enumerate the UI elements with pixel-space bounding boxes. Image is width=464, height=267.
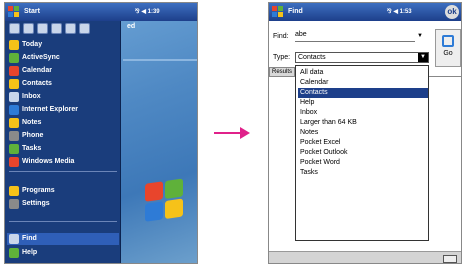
menu-item-help[interactable]: Help xyxy=(7,247,119,259)
start-menu-screen: Start ⅋ ◀ 1:39 ed Today ActiveSync Calenda… xyxy=(4,2,198,264)
recent-program-icon[interactable] xyxy=(23,23,34,34)
dropdown-option[interactable]: Pocket Excel xyxy=(298,138,428,148)
tasks-icon xyxy=(9,144,19,154)
dropdown-option[interactable]: All data xyxy=(298,68,428,78)
start-menu: Today ActiveSync Calendar Contacts Inbox Inte… xyxy=(5,21,121,263)
arrow-head-icon xyxy=(240,127,250,139)
find-input[interactable]: abe xyxy=(295,31,415,42)
type-dropdown-list: All data Calendar Contacts Help Inbox Larger … xyxy=(295,65,429,241)
menu-item-label: ActiveSync xyxy=(22,54,60,61)
status-indicators: ⅋ ◀ 1:39 xyxy=(135,9,160,15)
recent-program-icon[interactable] xyxy=(37,23,48,34)
recent-program-icon[interactable] xyxy=(9,23,20,34)
results-tab[interactable]: Results xyxy=(269,67,295,77)
type-select[interactable]: Contacts ▼ xyxy=(295,52,429,63)
help-icon xyxy=(9,248,19,258)
divider xyxy=(123,59,197,61)
menu-item-notes[interactable]: Notes xyxy=(7,117,119,129)
calendar-icon xyxy=(9,66,19,76)
menu-divider xyxy=(9,171,117,172)
dropdown-option[interactable]: Larger than 64 KB xyxy=(298,118,428,128)
dropdown-option[interactable]: Inbox xyxy=(298,108,428,118)
windows-flag-icon[interactable] xyxy=(8,6,20,18)
recent-program-icon[interactable] xyxy=(51,23,62,34)
bottom-toolbar xyxy=(269,251,461,263)
dropdown-option[interactable]: Pocket Outlook xyxy=(298,148,428,158)
dropdown-option[interactable]: Help xyxy=(298,98,428,108)
dropdown-option[interactable]: Pocket Word xyxy=(298,158,428,168)
menu-item-settings[interactable]: Settings xyxy=(7,198,119,210)
keyboard-icon[interactable] xyxy=(443,255,457,263)
menu-item-label: Programs xyxy=(22,187,55,194)
inbox-icon xyxy=(9,92,19,102)
ok-button[interactable]: ok xyxy=(445,5,459,19)
phone-icon xyxy=(9,131,19,141)
menu-item-internet-explorer[interactable]: Internet Explorer xyxy=(7,104,119,116)
menu-item-label: Today xyxy=(22,41,43,48)
dropdown-option[interactable]: Notes xyxy=(298,128,428,138)
menu-item-today[interactable]: Today xyxy=(7,39,119,51)
windows-flag-icon[interactable] xyxy=(272,6,284,18)
chevron-down-icon[interactable]: ▼ xyxy=(417,33,423,39)
menu-item-tasks[interactable]: Tasks xyxy=(7,143,119,155)
recent-program-icon[interactable] xyxy=(65,23,76,34)
menu-item-label: Windows Media xyxy=(22,158,75,165)
menu-item-programs[interactable]: Programs xyxy=(7,185,119,197)
menu-item-label: Find xyxy=(22,235,37,242)
go-icon xyxy=(442,35,454,47)
recent-programs-bar xyxy=(9,23,90,34)
menu-item-calendar[interactable]: Calendar xyxy=(7,65,119,77)
title-bar: Start ⅋ ◀ 1:39 xyxy=(5,3,197,21)
dropdown-option[interactable]: Contacts xyxy=(298,88,428,98)
menu-item-label: Calendar xyxy=(22,67,52,74)
find-screen: Find ⅋ ◀ 1:53 ok Find: abe ▼ Type: Conta… xyxy=(268,2,462,264)
menu-item-find[interactable]: Find xyxy=(7,233,119,245)
chevron-down-icon[interactable]: ▼ xyxy=(418,53,428,62)
dropdown-option[interactable]: Tasks xyxy=(298,168,428,178)
status-indicators: ⅋ ◀ 1:53 xyxy=(387,9,412,15)
contacts-icon xyxy=(9,79,19,89)
recent-program-icon[interactable] xyxy=(79,23,90,34)
menu-item-label: Internet Explorer xyxy=(22,106,79,113)
menu-item-label: Settings xyxy=(22,200,50,207)
menu-divider xyxy=(9,221,117,222)
dropdown-option[interactable]: Calendar xyxy=(298,78,428,88)
menu-item-label: Contacts xyxy=(22,80,52,87)
desktop-text: ed xyxy=(127,23,136,30)
menu-item-windows-media[interactable]: Windows Media xyxy=(7,156,119,168)
menu-item-label: Notes xyxy=(22,119,42,126)
activesync-icon xyxy=(9,53,19,63)
title-bar: Find ⅋ ◀ 1:53 ok xyxy=(269,3,461,21)
go-button[interactable]: Go xyxy=(435,29,461,67)
menu-item-phone[interactable]: Phone xyxy=(7,130,119,142)
programs-icon xyxy=(9,186,19,196)
menu-item-label: Phone xyxy=(22,132,44,139)
menu-item-label: Tasks xyxy=(22,145,42,152)
menu-item-contacts[interactable]: Contacts xyxy=(7,78,119,90)
today-icon xyxy=(9,40,19,50)
go-button-label: Go xyxy=(443,50,453,57)
menu-item-inbox[interactable]: Inbox xyxy=(7,91,119,103)
type-select-value: Contacts xyxy=(298,54,326,61)
notes-icon xyxy=(9,118,19,128)
find-label: Find: xyxy=(273,33,289,40)
menu-item-label: Inbox xyxy=(22,93,41,100)
find-dialog: Find: abe ▼ Type: Contacts ▼ Go Results … xyxy=(269,21,461,263)
window-title: Find xyxy=(288,8,303,15)
internet-explorer-icon xyxy=(9,105,19,115)
window-title: Start xyxy=(24,8,40,15)
menu-item-label: Help xyxy=(22,249,38,256)
type-label: Type: xyxy=(273,54,291,61)
windows-logo-icon xyxy=(145,178,185,224)
settings-icon xyxy=(9,199,19,209)
menu-item-activesync[interactable]: ActiveSync xyxy=(7,52,119,64)
windows-media-icon xyxy=(9,157,19,167)
find-icon xyxy=(9,234,19,244)
